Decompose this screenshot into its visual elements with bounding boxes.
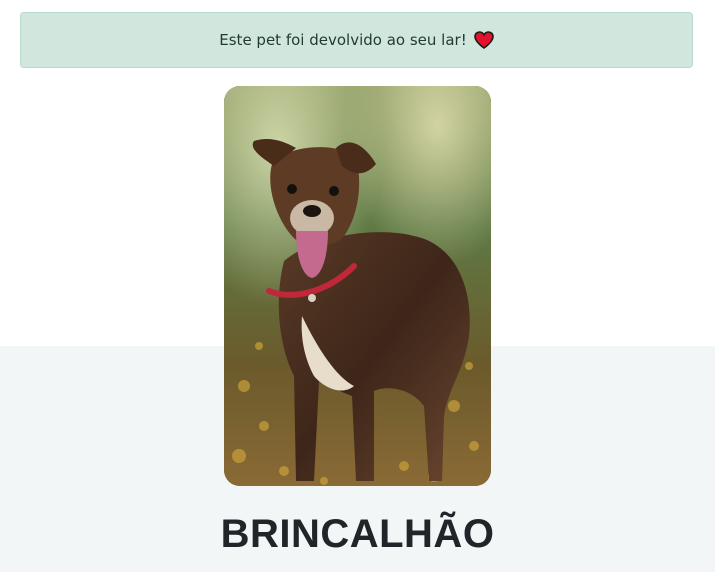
- dog-photo-icon: [224, 86, 491, 486]
- pet-photo: [224, 86, 491, 486]
- success-alert: Este pet foi devolvido ao seu lar!: [20, 12, 693, 68]
- pet-name-heading: BRINCALHÃO: [220, 512, 495, 556]
- heart-icon: [473, 31, 494, 49]
- pet-detail-page: Este pet foi devolvido ao seu lar! BRINC…: [0, 0, 715, 572]
- alert-message: Este pet foi devolvido ao seu lar!: [219, 31, 467, 49]
